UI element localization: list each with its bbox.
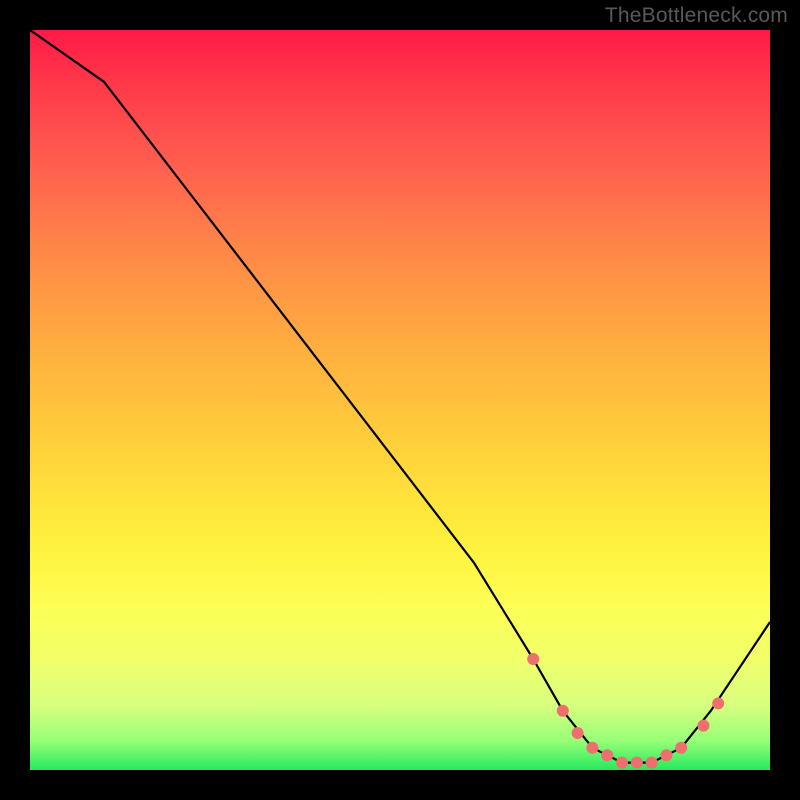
watermark-text: TheBottleneck.com — [605, 4, 788, 28]
marker-dot — [616, 757, 628, 769]
marker-dot — [601, 749, 613, 761]
marker-dot — [675, 742, 687, 754]
marker-dot — [586, 742, 598, 754]
marker-dot — [557, 705, 569, 717]
marker-dot — [631, 757, 643, 769]
marker-dot — [646, 757, 658, 769]
marker-dot — [697, 720, 709, 732]
curve-layer — [30, 30, 770, 770]
marker-dot — [572, 727, 584, 739]
chart-frame: TheBottleneck.com — [0, 0, 800, 800]
bottleneck-curve — [30, 30, 770, 763]
marker-dot — [527, 653, 539, 665]
marker-dot — [712, 697, 724, 709]
marker-dot — [660, 749, 672, 761]
marker-group — [527, 653, 724, 769]
